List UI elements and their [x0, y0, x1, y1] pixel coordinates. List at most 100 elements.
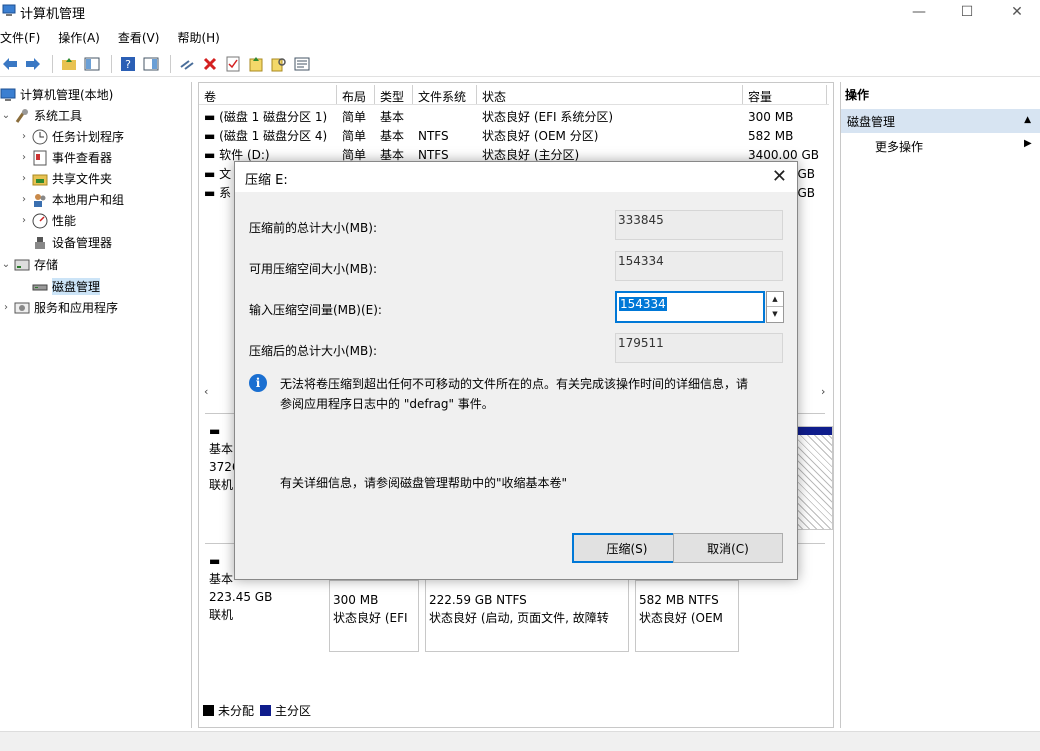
tree-item-event-viewer[interactable]: › 事件查看器 [18, 147, 112, 168]
partition-oem-size: 582 MB NTFS [639, 593, 719, 607]
column-header-capacity[interactable]: 容量 [743, 85, 827, 104]
scroll-left-icon[interactable]: ‹ [204, 385, 208, 398]
spin-up-icon[interactable]: ▲ [767, 292, 783, 307]
menu-bar: 文件(F) 操作(A) 查看(V) 帮助(H) [0, 26, 1040, 48]
cancel-button[interactable]: 取消(C) [673, 533, 783, 563]
chevron-right-icon[interactable]: › [18, 194, 30, 205]
shrink-amount-spinner[interactable]: ▲ ▼ [766, 291, 784, 323]
menu-file[interactable]: 文件(F) [0, 26, 48, 48]
dialog-title-bar: 压缩 E: ✕ [235, 162, 797, 192]
tree-label: 事件查看器 [52, 151, 113, 165]
tree-item-services-apps[interactable]: › 服务和应用程序 [0, 297, 118, 318]
column-header-status[interactable]: 状态 [477, 85, 743, 104]
storage-icon [14, 259, 30, 270]
shrink-amount-input[interactable]: 154334 [615, 291, 765, 323]
legend-unallocated-label: 未分配 [218, 703, 255, 718]
chevron-down-icon[interactable]: ⌄ [0, 259, 12, 270]
column-header-volume[interactable]: 卷 [199, 85, 337, 104]
scroll-right-icon[interactable]: › [821, 385, 825, 398]
tree-label: 共享文件夹 [52, 172, 113, 186]
tree-item-shared-folders[interactable]: › 共享文件夹 [18, 168, 112, 189]
tree-label: 服务和应用程序 [34, 301, 119, 315]
chevron-right-icon[interactable]: › [18, 152, 30, 163]
partition-oem[interactable]: 582 MB NTFS 状态良好 (OEM [635, 580, 739, 652]
tree-item-device-manager[interactable]: 设备管理器 [30, 232, 112, 253]
tree-item-system-tools[interactable]: ⌄ 系统工具 [0, 105, 82, 126]
shrink-button[interactable]: 压缩(S) [572, 533, 682, 563]
cell-volume: ▬ (磁盘 1 磁盘分区 1) [204, 110, 328, 124]
chevron-down-icon[interactable]: ⌄ [0, 110, 12, 121]
collapse-up-icon[interactable]: ▲ [1024, 115, 1031, 125]
shared-folder-icon [32, 174, 48, 185]
tree-item-storage[interactable]: ⌄ 存储 [0, 254, 58, 275]
delete-icon[interactable] [200, 54, 219, 73]
dialog-close-icon[interactable]: ✕ [772, 166, 787, 187]
toolbar-separator [170, 54, 171, 73]
cell-type: 基本 [380, 129, 405, 143]
column-header-type[interactable]: 类型 [375, 85, 413, 104]
actions-pane: 操作 磁盘管理 ▲ 更多操作 ▶ [840, 82, 1040, 728]
table-row[interactable]: ▬ (磁盘 1 磁盘分区 4) 简单 基本 NTFS 状态良好 (OEM 分区)… [199, 126, 829, 145]
toolbar: ? [0, 51, 1040, 77]
check-properties-icon[interactable] [223, 54, 242, 73]
cell-status: 状态良好 (EFI 系统分区) [482, 110, 614, 124]
chevron-right-icon[interactable]: › [18, 173, 30, 184]
volume-icon: ▬ [204, 167, 220, 181]
cell-layout: 简单 [342, 129, 367, 143]
help-icon[interactable]: ? [118, 54, 137, 73]
more-actions-item[interactable]: 更多操作 [875, 138, 923, 155]
available-space-label: 可用压缩空间大小(MB): [249, 262, 377, 276]
actions-section-disk-management[interactable]: 磁盘管理 ▲ [841, 109, 1040, 133]
connect-icon[interactable] [177, 54, 196, 73]
dialog-title: 压缩 E: [245, 173, 288, 188]
tree-item-local-users[interactable]: › 本地用户和组 [18, 189, 124, 210]
performance-icon [32, 213, 48, 228]
disk-0-partition-hatched[interactable] [795, 426, 833, 530]
partition-efi[interactable]: 300 MB 状态良好 (EFI [329, 580, 419, 652]
partition-legend: 未分配 主分区 [203, 701, 311, 719]
device-manager-icon [35, 236, 45, 249]
tree-item-task-scheduler[interactable]: › 任务计划程序 [18, 126, 124, 147]
tree-item-performance[interactable]: › 性能 [18, 210, 76, 231]
tree-label: 存储 [34, 258, 59, 272]
partition-oem-status: 状态良好 (OEM [639, 611, 723, 625]
svg-text:?: ? [125, 58, 131, 71]
chevron-right-icon[interactable]: › [18, 131, 30, 142]
total-before-label: 压缩前的总计大小(MB): [249, 221, 377, 235]
show-hide-tree-icon[interactable] [82, 54, 101, 73]
info-icon: i [249, 374, 267, 392]
tree-label: 本地用户和组 [52, 193, 125, 207]
chevron-right-icon[interactable]: › [18, 215, 30, 226]
submenu-arrow-icon[interactable]: ▶ [1024, 138, 1032, 149]
maximize-button[interactable]: ☐ [944, 0, 990, 24]
total-before-value: 333845 [615, 210, 783, 240]
close-window-button[interactable]: ✕ [994, 0, 1040, 24]
navigation-tree: 计算机管理(本地) ⌄ 系统工具 › 任务计划程序 › 事件查看器 › 共享文件… [0, 82, 192, 728]
up-folder-icon[interactable] [59, 54, 78, 73]
forward-icon[interactable] [23, 54, 42, 73]
actions-header: 操作 [845, 88, 870, 102]
menu-help[interactable]: 帮助(H) [177, 26, 227, 48]
chevron-right-icon[interactable]: › [0, 302, 12, 313]
info-message-line-1: 无法将卷压缩到超出任何不可移动的文件所在的点。有关完成该操作时间的详细信息，请 [280, 377, 749, 391]
primary-partition-swatch [260, 704, 272, 716]
column-header-filesystem[interactable]: 文件系统 [413, 85, 477, 104]
column-header-layout[interactable]: 布局 [337, 85, 375, 104]
event-viewer-icon [33, 150, 47, 165]
settings-list-icon[interactable] [292, 54, 311, 73]
title-bar: 计算机管理 — ☐ ✕ [0, 0, 1040, 24]
properties-pane-icon[interactable] [141, 54, 160, 73]
disk-1-state: 联机 [209, 608, 234, 622]
total-after-value: 179511 [615, 333, 783, 363]
export-list-icon[interactable] [246, 54, 265, 73]
find-icon[interactable] [269, 54, 288, 73]
back-icon[interactable] [0, 54, 19, 73]
menu-action[interactable]: 操作(A) [58, 26, 108, 48]
minimize-button[interactable]: — [896, 0, 942, 24]
tree-item-disk-management[interactable]: 磁盘管理 [30, 276, 101, 297]
menu-view[interactable]: 查看(V) [118, 26, 168, 48]
table-row[interactable]: ▬ (磁盘 1 磁盘分区 1) 简单 基本 状态良好 (EFI 系统分区) 30… [199, 107, 829, 126]
spin-down-icon[interactable]: ▼ [767, 307, 783, 322]
legend-primary-label: 主分区 [275, 703, 312, 718]
tree-item-root[interactable]: 计算机管理(本地) [0, 84, 113, 105]
